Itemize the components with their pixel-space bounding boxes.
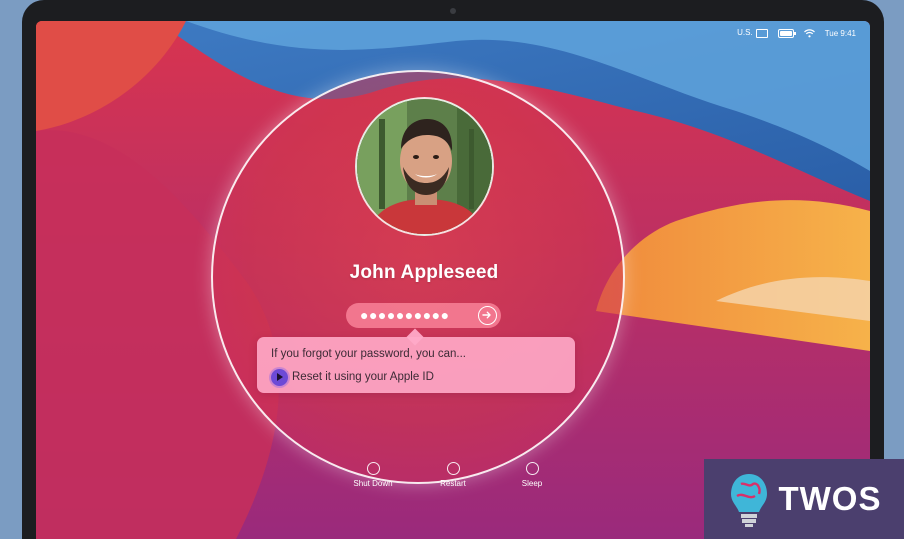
reset-apple-id-link[interactable]: Reset it using your Apple ID [271,368,434,386]
arrow-right-circle-icon[interactable] [478,306,497,325]
camera-icon [450,8,456,14]
sleep-label: Sleep [521,479,543,488]
menu-bar: U.S. Tue 9:41 [737,25,856,41]
avatar[interactable] [355,97,494,236]
password-hint-popover: If you forgot your password, you can... … [257,337,575,393]
user-photo [357,99,492,234]
reset-label: Reset it using your Apple ID [292,371,434,383]
password-field[interactable]: ●●●●●●●●●● [346,303,501,328]
keyboard-icon [755,28,768,38]
play-circle-icon[interactable] [271,368,288,386]
power-icon [366,462,380,475]
arrow-right-glyph [482,311,491,319]
battery-icon[interactable] [777,28,796,38]
sleep-button[interactable]: Sleep [502,462,562,488]
restart-label: Restart [440,479,466,488]
sleep-icon [525,462,539,475]
restart-icon [446,462,460,475]
user-name: John Appleseed [349,262,499,283]
shut-down-label: Shut Down [353,479,393,488]
wifi-icon[interactable] [803,28,815,38]
input-source-menu[interactable]: U.S. [737,28,768,38]
restart-button[interactable]: Restart [423,462,483,488]
clock[interactable]: Tue 9:41 [825,29,856,38]
brain-bulb-logo [730,474,767,527]
hint-message: If you forgot your password, you can... [271,348,466,360]
shut-down-button[interactable]: Shut Down [343,462,403,488]
password-dots: ●●●●●●●●●● [360,307,450,323]
twos-watermark: TWOS [704,459,904,539]
power-options: Shut Down Restart Sleep [300,462,542,502]
watermark-text: TWOS [778,480,882,517]
